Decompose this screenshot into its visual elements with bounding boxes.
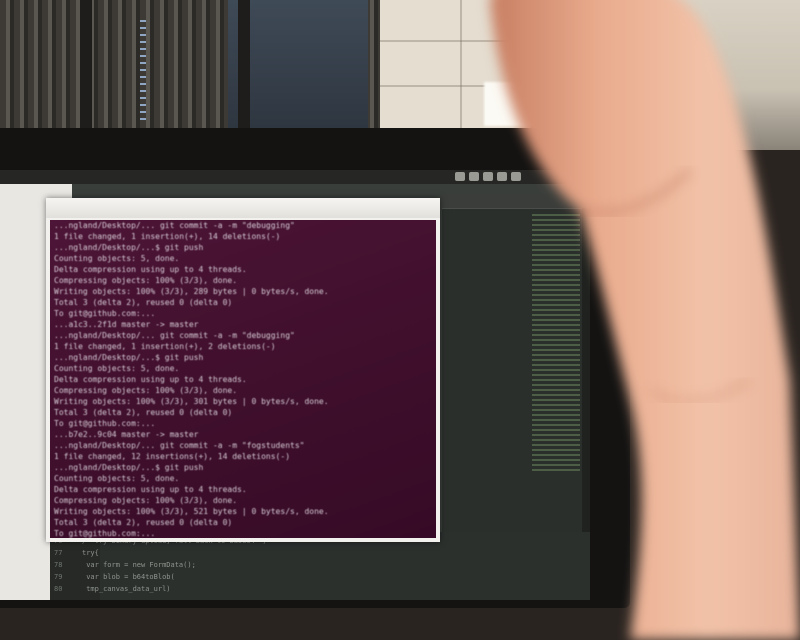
terminal-line: Delta compression using up to 4 threads. xyxy=(54,265,247,274)
terminal-line: Total 3 (delta 2), reused 0 (delta 0) xyxy=(54,408,233,417)
code-line: 78 var form = new FormData(); xyxy=(54,560,196,571)
code-line: 79 var blob = b64toBlob( xyxy=(54,572,175,583)
terminal-line: ...a1c3..2f1d master -> master xyxy=(54,320,199,329)
terminal-titlebar[interactable] xyxy=(46,198,440,218)
code-text: tmp_canvas_data_url) xyxy=(82,585,171,593)
terminal-line: 1 file changed, 1 insertion(+), 2 deleti… xyxy=(54,342,276,351)
terminal-line: ...ngland/Desktop/... git commit -a -m "… xyxy=(54,221,295,230)
terminal-line: Compressing objects: 100% (3/3), done. xyxy=(54,496,238,505)
window-frame xyxy=(80,0,92,130)
code-text: try{ xyxy=(82,549,99,557)
terminal-line: 1 file changed, 1 insertion(+), 14 delet… xyxy=(54,232,281,241)
terminal-line: Compressing objects: 100% (3/3), done. xyxy=(54,276,238,285)
terminal-lines: ...ngland/Desktop/... git commit -a -m "… xyxy=(50,220,436,538)
terminal-line: ...ngland/Desktop/...$ git push xyxy=(54,243,204,252)
line-number: 80 xyxy=(54,585,63,593)
terminal-line: Writing objects: 100% (3/3), 289 bytes |… xyxy=(54,287,329,296)
terminal-line: ...ngland/Desktop/...$ git push xyxy=(54,353,204,362)
window-lights xyxy=(140,20,146,120)
terminal-line: 1 file changed, 12 insertions(+), 14 del… xyxy=(54,452,291,461)
line-number: 79 xyxy=(54,573,63,581)
terminal-line: Counting objects: 5, done. xyxy=(54,254,180,263)
terminal-window[interactable]: ...ngland/Desktop/... git commit -a -m "… xyxy=(46,198,440,542)
terminal-line: Writing objects: 100% (3/3), 521 bytes |… xyxy=(54,507,329,516)
terminal-output[interactable]: ...ngland/Desktop/... git commit -a -m "… xyxy=(50,220,436,538)
line-number: 78 xyxy=(54,561,63,569)
finger xyxy=(490,0,800,640)
terminal-line: ...ngland/Desktop/... git commit -a -m "… xyxy=(54,441,305,450)
code-text: var form = new FormData(); xyxy=(82,561,196,569)
terminal-line: Compressing objects: 100% (3/3), done. xyxy=(54,386,238,395)
terminal-line: Counting objects: 5, done. xyxy=(54,474,180,483)
terminal-line: To git@github.com:... xyxy=(54,529,156,538)
terminal-line: ...ngland/Desktop/...$ git push xyxy=(54,463,204,472)
terminal-line: ...b7e2..9c04 master -> master xyxy=(54,430,199,439)
terminal-line: ...ngland/Desktop/... git commit -a -m "… xyxy=(54,331,295,340)
terminal-line: Delta compression using up to 4 threads. xyxy=(54,375,247,384)
terminal-line: Counting objects: 5, done. xyxy=(54,364,180,373)
terminal-line: To git@github.com:... xyxy=(54,309,156,318)
terminal-line: Writing objects: 100% (3/3), 301 bytes |… xyxy=(54,397,329,406)
code-text: var blob = b64toBlob( xyxy=(82,573,175,581)
network-icon[interactable] xyxy=(455,172,465,181)
terminal-line: Delta compression using up to 4 threads. xyxy=(54,485,247,494)
terminal-line: Total 3 (delta 2), reused 0 (delta 0) xyxy=(54,298,233,307)
window-frame xyxy=(238,0,250,130)
code-line: 77 try{ xyxy=(54,548,99,559)
line-number: 77 xyxy=(54,549,63,557)
terminal-line: Total 3 (delta 2), reused 0 (delta 0) xyxy=(54,518,233,527)
terminal-line: To git@github.com:... xyxy=(54,419,156,428)
code-line: 80 tmp_canvas_data_url) xyxy=(54,584,171,595)
